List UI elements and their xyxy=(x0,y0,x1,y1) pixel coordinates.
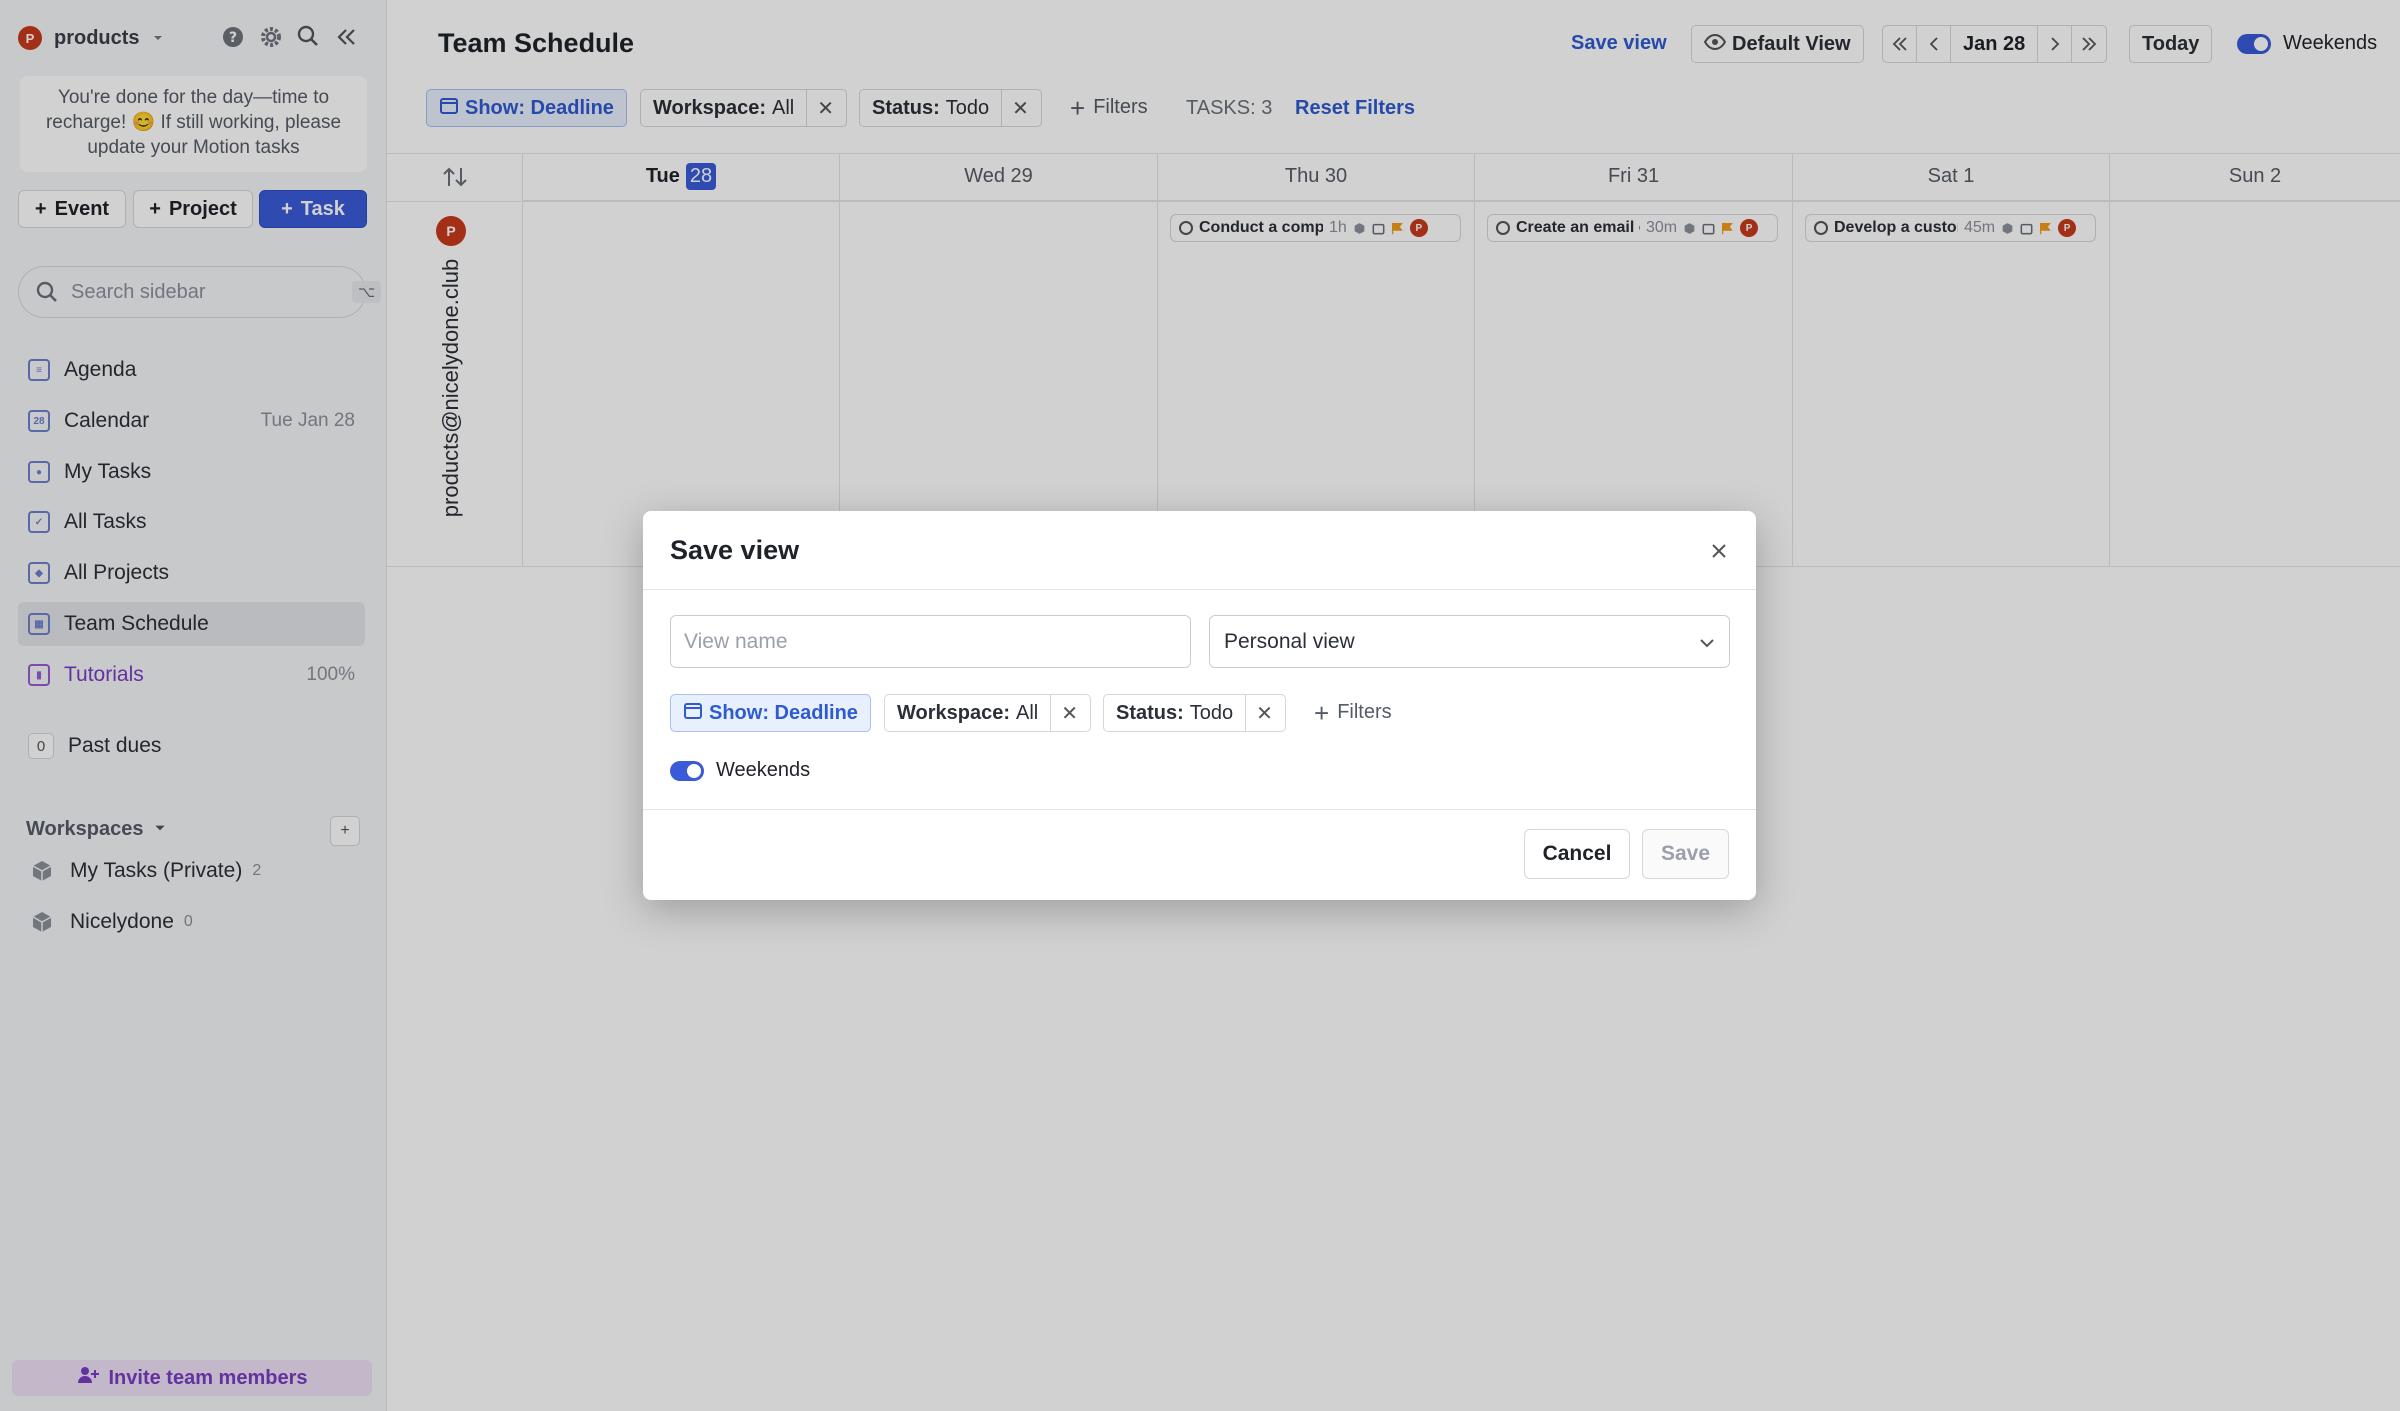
add-filters-button[interactable]: + Filters xyxy=(1314,697,1392,728)
status-filter-key: Status: xyxy=(1116,701,1184,724)
workspace-filter-chip[interactable]: Workspace: All ✕ xyxy=(884,694,1092,732)
show-deadline-label: Show: Deadline xyxy=(709,701,858,724)
visibility-value: Personal view xyxy=(1224,629,1355,653)
workspace-filter-value: All xyxy=(1016,701,1039,724)
save-button[interactable]: Save xyxy=(1642,829,1729,879)
save-view-dialog: Save view Personal view Show: Deadline W… xyxy=(643,511,1756,900)
close-icon[interactable]: ✕ xyxy=(1050,695,1078,731)
divider xyxy=(643,809,1756,810)
add-filters-label: Filters xyxy=(1337,701,1392,723)
calendar-icon xyxy=(683,700,703,726)
status-filter-value: Todo xyxy=(1189,701,1234,724)
weekends-label: Weekends xyxy=(716,759,811,781)
chevron-down-icon xyxy=(1699,630,1715,654)
view-name-input[interactable] xyxy=(670,615,1191,668)
show-deadline-chip[interactable]: Show: Deadline xyxy=(670,694,871,732)
workspace-filter-key: Workspace: xyxy=(897,701,1011,724)
close-icon[interactable]: ✕ xyxy=(1245,695,1273,731)
close-icon[interactable] xyxy=(1705,537,1733,565)
dialog-title: Save view xyxy=(670,535,800,565)
plus-icon: + xyxy=(1314,697,1330,728)
weekends-switch[interactable] xyxy=(670,760,704,781)
weekends-toggle[interactable]: Weekends xyxy=(670,759,810,782)
visibility-select[interactable]: Personal view xyxy=(1209,615,1730,668)
status-filter-chip[interactable]: Status: Todo ✕ xyxy=(1103,694,1286,732)
divider xyxy=(643,589,1756,590)
cancel-button[interactable]: Cancel xyxy=(1524,829,1630,879)
